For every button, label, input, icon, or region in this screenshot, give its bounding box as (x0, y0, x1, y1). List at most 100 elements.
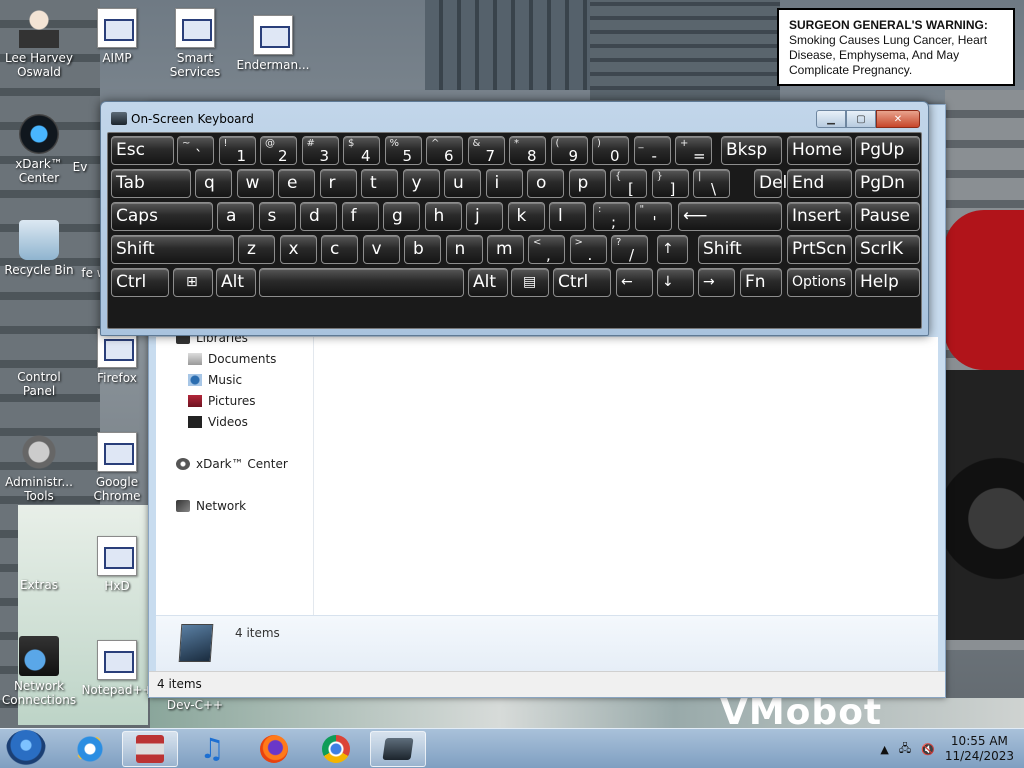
maximize-button[interactable]: ▢ (846, 110, 876, 128)
key-scrlk[interactable]: ScrlK (855, 235, 920, 264)
key-home[interactable]: Home (787, 136, 852, 165)
key-fn[interactable]: Fn (740, 268, 782, 297)
desktop-icon-notepad-plus-plus[interactable]: Notepad++ (78, 640, 156, 697)
desktop-icon-enderman[interactable]: Enderman... (234, 15, 312, 72)
key--[interactable]: _ - (633, 136, 671, 165)
key-=[interactable]: + = (675, 136, 712, 165)
key-3[interactable]: #3 (301, 136, 339, 165)
key-del[interactable]: Del (754, 169, 787, 198)
key-9[interactable]: (9 (550, 136, 588, 165)
volume-muted-icon[interactable]: 🔇 (921, 743, 935, 756)
nav-item-music[interactable]: Music (188, 373, 242, 387)
key-o[interactable]: o (527, 169, 564, 198)
desktop-icon-hxd[interactable]: HxD (78, 536, 156, 593)
key-right[interactable]: → (698, 268, 735, 297)
nav-item-network[interactable]: Network (176, 499, 246, 513)
key-c[interactable]: c (321, 235, 358, 264)
key-esc[interactable]: Esc (111, 136, 174, 165)
desktop-icon-aimp[interactable]: AIMP (78, 8, 156, 65)
key-space[interactable] (259, 268, 464, 297)
key-insert[interactable]: Insert (787, 202, 852, 231)
clock[interactable]: 10:55 AM 11/24/2023 (945, 734, 1014, 764)
key-h[interactable]: h (424, 202, 462, 231)
show-hidden-icons-button[interactable]: ▲ (880, 743, 888, 756)
key-ctrl-left[interactable]: Ctrl (111, 268, 169, 297)
key-punct-row4-2[interactable]: ? / (611, 235, 648, 264)
key-options[interactable]: Options (787, 268, 852, 297)
key-r[interactable]: r (319, 169, 357, 198)
desktop-icon-network-connections[interactable]: Network Connections (0, 636, 78, 707)
desktop-icon-google-chrome[interactable]: Google Chrome (78, 432, 156, 503)
nav-item-documents[interactable]: Documents (188, 352, 276, 366)
on-screen-keyboard-window[interactable]: On-Screen Keyboard ▁ ▢ ✕ Esc Bksp Home P… (100, 101, 929, 336)
key-pause[interactable]: Pause (855, 202, 920, 231)
key-punct-1[interactable]: " ' (634, 202, 672, 231)
key-bracket-2[interactable]: | \ (693, 169, 730, 198)
desktop-icon-extras[interactable]: Extras (0, 578, 78, 592)
key-6[interactable]: ^ 6 (426, 136, 463, 165)
key-g[interactable]: g (383, 202, 420, 231)
desktop-icon-administrative-tools[interactable]: Administr... Tools (0, 432, 78, 503)
key-i[interactable]: i (485, 169, 523, 198)
taskbar-archive[interactable] (122, 731, 178, 767)
key-`[interactable]: ~ ` (177, 136, 214, 165)
key-punct-0[interactable]: :; (593, 202, 630, 231)
key-ctrl-right[interactable]: Ctrl (553, 268, 611, 297)
key-1[interactable]: ! 1 (218, 136, 256, 165)
desktop-icon-dev-cpp[interactable]: Dev-C++ (156, 698, 234, 712)
key-l[interactable]: l (549, 202, 586, 231)
key-b[interactable]: b (404, 235, 441, 264)
key-up[interactable]: ↑ (657, 235, 688, 264)
key-4[interactable]: $4 (343, 136, 380, 165)
key-caps[interactable]: Caps (111, 202, 213, 231)
key-0[interactable]: ) 0 (592, 136, 629, 165)
desktop-icon-ev[interactable]: Ev (60, 160, 100, 174)
key-shift-right[interactable]: Shift (698, 235, 782, 264)
desktop-icon-xdark-center[interactable]: xDark™ Center (0, 114, 78, 185)
key-tab[interactable]: Tab (111, 169, 191, 198)
close-button[interactable]: ✕ (876, 110, 920, 128)
key-pgup[interactable]: PgUp (855, 136, 920, 165)
key-5[interactable]: % 5 (384, 136, 422, 165)
taskbar-music[interactable]: ♫ (184, 731, 240, 767)
key-pgdn[interactable]: PgDn (855, 169, 920, 198)
key-s[interactable]: s (258, 202, 296, 231)
key-bksp[interactable]: Bksp (721, 136, 782, 165)
desktop-icon-smart-services[interactable]: Smart Services (156, 8, 234, 79)
key-windows[interactable]: ⊞ (173, 268, 213, 297)
key-d[interactable]: d (300, 202, 337, 231)
taskbar-firefox[interactable] (246, 731, 302, 767)
key-f[interactable]: f (341, 202, 379, 231)
start-button[interactable] (6, 730, 46, 768)
key-q[interactable]: q (195, 169, 232, 198)
key-alt-left[interactable]: Alt (216, 268, 256, 297)
key-p[interactable]: p (568, 169, 606, 198)
network-tray-icon[interactable]: 🖧 (899, 740, 911, 759)
key-shift-left[interactable]: Shift (111, 235, 234, 264)
key-w[interactable]: w (236, 169, 274, 198)
key-down[interactable]: ↓ (657, 268, 694, 297)
key-menu[interactable]: ▤ (511, 268, 549, 297)
key-a[interactable]: a (217, 202, 254, 231)
key-e[interactable]: e (278, 169, 315, 198)
key-m[interactable]: m (487, 235, 524, 264)
key-8[interactable]: * 8 (509, 136, 546, 165)
key-u[interactable]: u (444, 169, 481, 198)
desktop-icon-firefox[interactable]: Firefox (78, 328, 156, 385)
key-left[interactable]: ← (616, 268, 653, 297)
taskbar-internet-explorer[interactable] (62, 731, 118, 767)
key-z[interactable]: z (238, 235, 275, 264)
nav-item-videos[interactable]: Videos (188, 415, 248, 429)
key-bracket-0[interactable]: {[ (610, 169, 647, 198)
nav-item-xdark-center[interactable]: xDark™ Center (176, 457, 288, 471)
key-k[interactable]: k (507, 202, 545, 231)
key-t[interactable]: t (361, 169, 398, 198)
key-7[interactable]: & 7 (467, 136, 505, 165)
key-enter[interactable]: ⟵ (678, 202, 782, 231)
key-2[interactable]: @2 (260, 136, 297, 165)
taskbar-chrome[interactable] (308, 731, 364, 767)
minimize-button[interactable]: ▁ (816, 110, 846, 128)
key-punct-row4-0[interactable]: <, (528, 235, 565, 264)
key-help[interactable]: Help (855, 268, 920, 297)
desktop-icon-lee-harvey-oswald[interactable]: Lee Harvey Oswald (0, 8, 78, 79)
